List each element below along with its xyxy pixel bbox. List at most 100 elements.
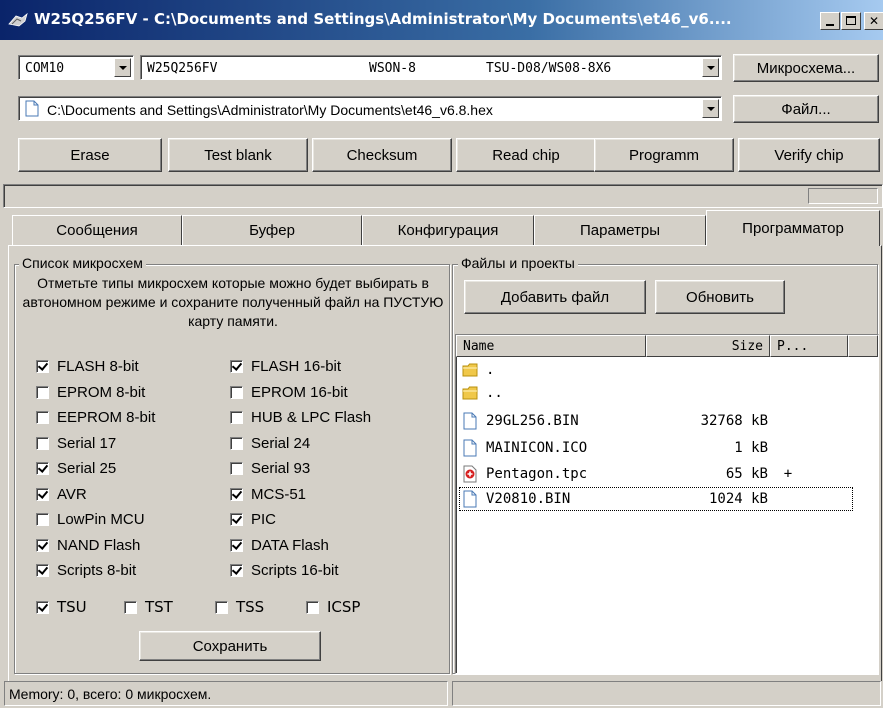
file-row[interactable]: . <box>462 359 872 381</box>
tab-programmer[interactable]: Программатор <box>706 210 880 246</box>
interface-checkbox[interactable]: ICSP <box>306 598 360 616</box>
file-row[interactable]: Pentagon.tpc 65 kB + <box>462 463 872 485</box>
checkbox-box[interactable] <box>230 411 243 424</box>
verify-chip-button[interactable]: Verify chip <box>738 138 880 172</box>
port-dropdown-button[interactable] <box>114 58 131 77</box>
checkbox-label: Scripts 8-bit <box>57 562 137 579</box>
checkbox-box[interactable] <box>306 600 319 614</box>
file-dropdown-button[interactable] <box>702 99 719 118</box>
checkbox-box[interactable] <box>230 360 243 373</box>
checkbox-box[interactable] <box>230 437 243 450</box>
chip-type-checkbox[interactable]: NAND Flash <box>36 537 140 554</box>
file-size: 32768 kB <box>700 413 768 429</box>
chip-list-description: Отметьте типы микросхем которые можно бу… <box>22 275 444 329</box>
chip-list-title: Список микросхем <box>19 255 146 271</box>
port-select[interactable]: COM10 <box>18 55 134 80</box>
chip-type-checkbox[interactable]: Serial 24 <box>230 435 310 452</box>
checkbox-label: Serial 93 <box>251 460 311 477</box>
programm-button[interactable]: Programm <box>594 138 734 172</box>
file-name: MAINICON.ICO <box>486 440 588 456</box>
checkbox-box[interactable] <box>230 488 243 501</box>
chip-type-checkbox[interactable]: EPROM 16-bit <box>230 384 348 401</box>
checkbox-box[interactable] <box>124 600 137 614</box>
checkbox-box[interactable] <box>230 539 243 552</box>
title-bar[interactable]: W25Q256FV - C:\Documents and Settings\Ad… <box>0 0 883 40</box>
checkbox-label: NAND Flash <box>57 537 141 554</box>
window-title: W25Q256FV - C:\Documents and Settings\Ad… <box>34 10 732 28</box>
erase-button[interactable]: Erase <box>18 138 162 172</box>
checkbox-box[interactable] <box>36 386 49 399</box>
column-header-size[interactable]: Size <box>646 335 770 357</box>
chip-type-checkbox[interactable]: Serial 17 <box>36 435 116 452</box>
chip-type-checkbox[interactable]: Scripts 8-bit <box>36 562 136 579</box>
checkbox-box[interactable] <box>36 462 49 475</box>
chip-type-checkbox[interactable]: HUB & LPC Flash <box>230 409 371 426</box>
file-list[interactable]: Name Size P... ... 29GL256.BIN 32768 kB MAI… <box>455 334 879 674</box>
chip-type-checkbox[interactable]: EPROM 8-bit <box>36 384 145 401</box>
chip-type-checkbox[interactable]: EEPROM 8-bit <box>36 409 155 426</box>
read-chip-button[interactable]: Read chip <box>456 138 596 172</box>
checkbox-box[interactable] <box>36 488 49 501</box>
file-row[interactable]: V20810.BIN 1024 kB <box>459 487 853 511</box>
file-row[interactable]: MAINICON.ICO 1 kB <box>462 437 872 459</box>
checkbox-label: DATA Flash <box>251 537 329 554</box>
checkbox-box[interactable] <box>36 513 49 526</box>
checkbox-box[interactable] <box>230 462 243 475</box>
file-name: .. <box>486 385 503 401</box>
chip-type-checkbox[interactable]: MCS-51 <box>230 486 306 503</box>
interface-checkbox[interactable]: TSU <box>36 598 87 616</box>
chip-type-checkbox[interactable]: DATA Flash <box>230 537 329 554</box>
progress-bar <box>3 184 883 208</box>
chip-type-checkbox[interactable]: AVR <box>36 486 87 503</box>
chip-type-checkbox[interactable]: Scripts 16-bit <box>230 562 339 579</box>
checkbox-box[interactable] <box>215 600 228 614</box>
tab-buffer[interactable]: Буфер <box>182 215 362 245</box>
file-row[interactable]: .. <box>462 382 872 404</box>
chip-type-checkbox[interactable]: FLASH 16-bit <box>230 358 341 375</box>
file-button[interactable]: Файл... <box>733 95 879 123</box>
checkbox-label: FLASH 16-bit <box>251 358 342 375</box>
tab-configuration[interactable]: Конфигурация <box>362 215 534 245</box>
chip-select[interactable]: W25Q256FV WSON-8 TSU-D08/WS08-8X6 <box>140 55 722 80</box>
checkbox-box[interactable] <box>36 600 49 614</box>
checkbox-box[interactable] <box>36 539 49 552</box>
chip-package: WSON-8 <box>369 61 416 76</box>
chip-type-checkbox[interactable]: FLASH 8-bit <box>36 358 139 375</box>
test-blank-button[interactable]: Test blank <box>168 138 308 172</box>
chip-name: W25Q256FV <box>147 61 218 76</box>
interface-checkbox[interactable]: TST <box>124 598 173 616</box>
column-header-filler <box>848 335 878 357</box>
file-row[interactable]: 29GL256.BIN 32768 kB <box>462 410 872 432</box>
checkbox-box[interactable] <box>36 411 49 424</box>
checkbox-box[interactable] <box>230 564 243 577</box>
checkbox-label: Scripts 16-bit <box>251 562 339 579</box>
checkbox-label: ICSP <box>327 598 361 616</box>
chip-type-checkbox[interactable]: Serial 93 <box>230 460 310 477</box>
checkbox-label: TST <box>145 598 173 616</box>
file-path-select[interactable]: C:\Documents and Settings\Administrator\… <box>18 96 722 121</box>
column-header-name[interactable]: Name <box>456 335 646 357</box>
checksum-button[interactable]: Checksum <box>312 138 452 172</box>
checkbox-box[interactable] <box>36 564 49 577</box>
save-button[interactable]: Сохранить <box>139 631 321 661</box>
chip-button[interactable]: Микросхема... <box>733 54 879 82</box>
checkbox-box[interactable] <box>230 513 243 526</box>
checkbox-box[interactable] <box>230 386 243 399</box>
tab-parameters[interactable]: Параметры <box>534 215 706 245</box>
checkbox-label: MCS-51 <box>251 486 307 503</box>
interface-checkbox[interactable]: TSS <box>215 598 264 616</box>
chip-type-checkbox[interactable]: PIC <box>230 511 276 528</box>
refresh-button[interactable]: Обновить <box>655 280 785 314</box>
maximize-button[interactable] <box>841 12 861 30</box>
chip-adapter: TSU-D08/WS08-8X6 <box>486 61 612 76</box>
column-header-p[interactable]: P... <box>770 335 848 357</box>
chip-type-checkbox[interactable]: LowPin MCU <box>36 511 145 528</box>
chip-dropdown-button[interactable] <box>702 58 719 77</box>
minimize-button[interactable] <box>820 12 840 30</box>
tab-messages[interactable]: Сообщения <box>12 215 182 245</box>
chip-type-checkbox[interactable]: Serial 25 <box>36 460 116 477</box>
add-file-button[interactable]: Добавить файл <box>464 280 646 314</box>
checkbox-box[interactable] <box>36 360 49 373</box>
close-button[interactable]: ✕ <box>864 12 883 30</box>
checkbox-box[interactable] <box>36 437 49 450</box>
